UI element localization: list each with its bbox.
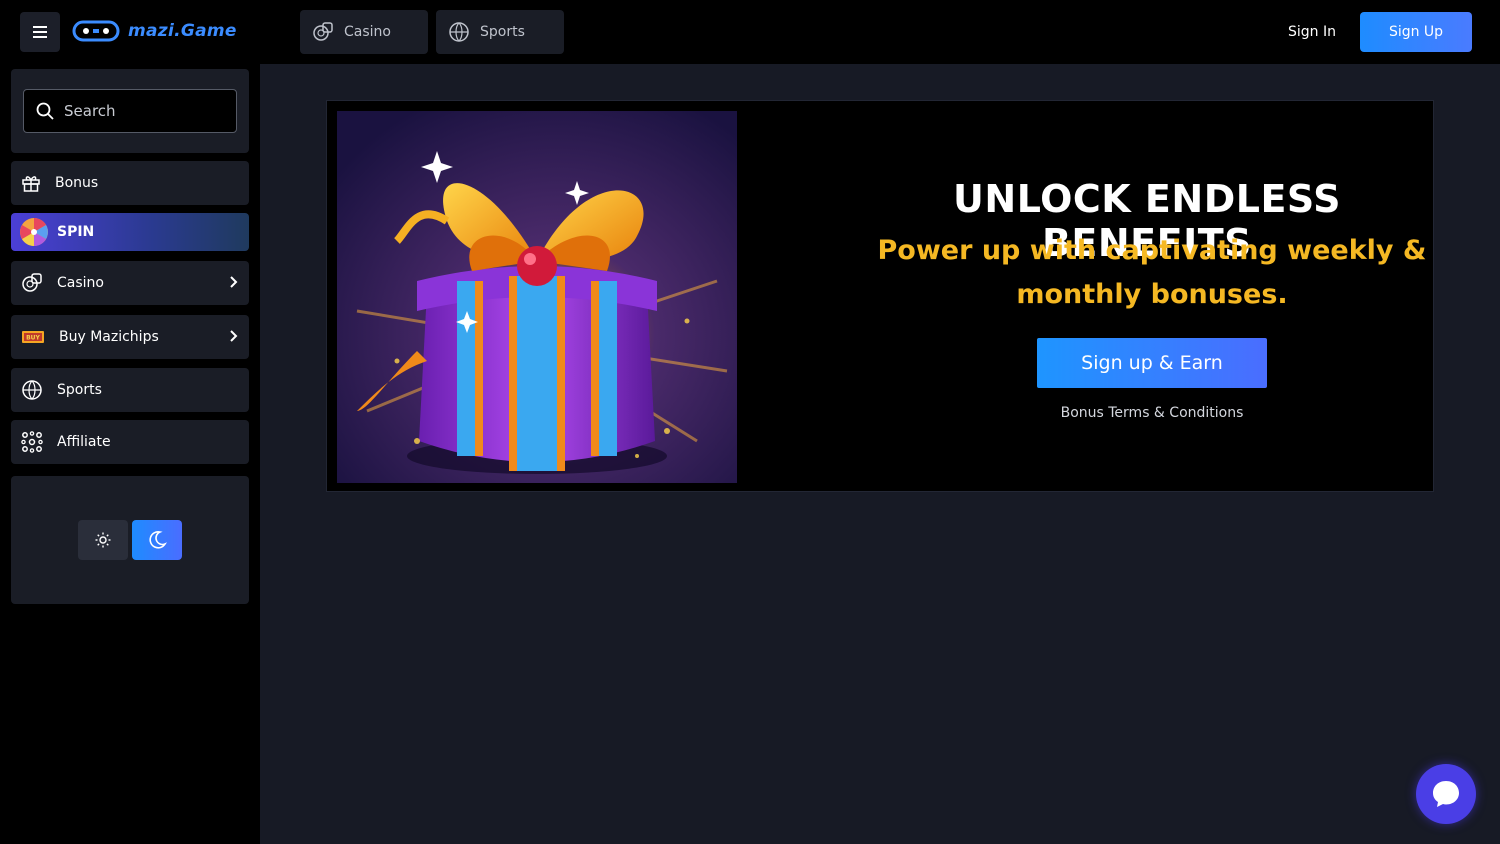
hamburger-menu-button[interactable]	[20, 12, 60, 52]
sidebar-item-label: Casino	[57, 275, 104, 291]
sign-up-button[interactable]: Sign Up	[1360, 12, 1472, 52]
tab-sports-label: Sports	[480, 24, 525, 40]
sign-in-button[interactable]: Sign In	[1276, 12, 1348, 52]
bonus-terms-link[interactable]: Bonus Terms & Conditions	[1007, 405, 1297, 421]
chat-bubble-icon	[1433, 781, 1459, 807]
gift-icon	[22, 176, 40, 192]
search-input[interactable]	[64, 102, 224, 120]
basketball-icon	[449, 22, 469, 42]
search-card	[11, 69, 249, 153]
tab-sports[interactable]: Sports	[436, 10, 564, 54]
sidebar-item-label: Buy Mazichips	[59, 329, 159, 345]
search-box[interactable]	[23, 89, 237, 133]
spin-wheel-icon	[20, 218, 48, 246]
chevron-right-icon	[230, 276, 238, 288]
sidebar: Bonus SPIN Casino BUY Buy Mazi	[0, 64, 260, 844]
sun-icon	[95, 532, 111, 548]
casino-chips-icon	[313, 22, 333, 41]
banner-subtitle: Power up with captivating weekly & month…	[867, 229, 1437, 317]
network-icon	[21, 431, 43, 453]
hamburger-icon	[33, 26, 47, 38]
dark-theme-button[interactable]	[132, 520, 182, 560]
top-header: mazi.Game Casino Sports Sign In Sign Up	[0, 0, 1500, 64]
theme-switcher	[11, 476, 249, 604]
sidebar-item-label: Sports	[57, 382, 102, 398]
sidebar-item-sports[interactable]: Sports	[11, 368, 249, 412]
moon-icon	[149, 531, 167, 549]
sidebar-item-bonus[interactable]: Bonus	[11, 161, 249, 205]
gamepad-logo-icon	[72, 20, 120, 42]
gift-box-illustration	[337, 111, 737, 483]
sidebar-item-label: SPIN	[57, 224, 95, 240]
promo-banner: UNLOCK ENDLESS BENEFITS Power up with ca…	[326, 100, 1434, 492]
ticket-icon: BUY	[22, 331, 44, 343]
tab-casino[interactable]: Casino	[300, 10, 428, 54]
basketball-icon	[22, 380, 42, 400]
sidebar-item-spin[interactable]: SPIN	[11, 213, 249, 251]
sidebar-item-buy-mazichips[interactable]: BUY Buy Mazichips	[11, 315, 249, 359]
light-theme-button[interactable]	[78, 520, 128, 560]
sign-up-earn-button[interactable]: Sign up & Earn	[1037, 338, 1267, 388]
chat-button[interactable]	[1416, 764, 1476, 824]
search-icon	[36, 102, 54, 120]
svg-text:BUY: BUY	[26, 335, 40, 342]
casino-chips-icon	[22, 273, 42, 292]
sidebar-item-label: Affiliate	[57, 434, 111, 450]
sidebar-item-casino[interactable]: Casino	[11, 261, 249, 305]
site-logo[interactable]: mazi.Game	[72, 18, 237, 44]
sidebar-item-label: Bonus	[55, 175, 99, 191]
logo-text: mazi.Game	[128, 21, 237, 41]
tab-casino-label: Casino	[344, 24, 391, 40]
banner-subtitle-line1: Power up with captivating weekly &	[877, 235, 1427, 266]
chevron-right-icon	[230, 330, 238, 342]
banner-subtitle-line2: monthly bonuses.	[1016, 279, 1288, 310]
sidebar-item-affiliate[interactable]: Affiliate	[11, 420, 249, 464]
main-content: UNLOCK ENDLESS BENEFITS Power up with ca…	[260, 64, 1500, 844]
